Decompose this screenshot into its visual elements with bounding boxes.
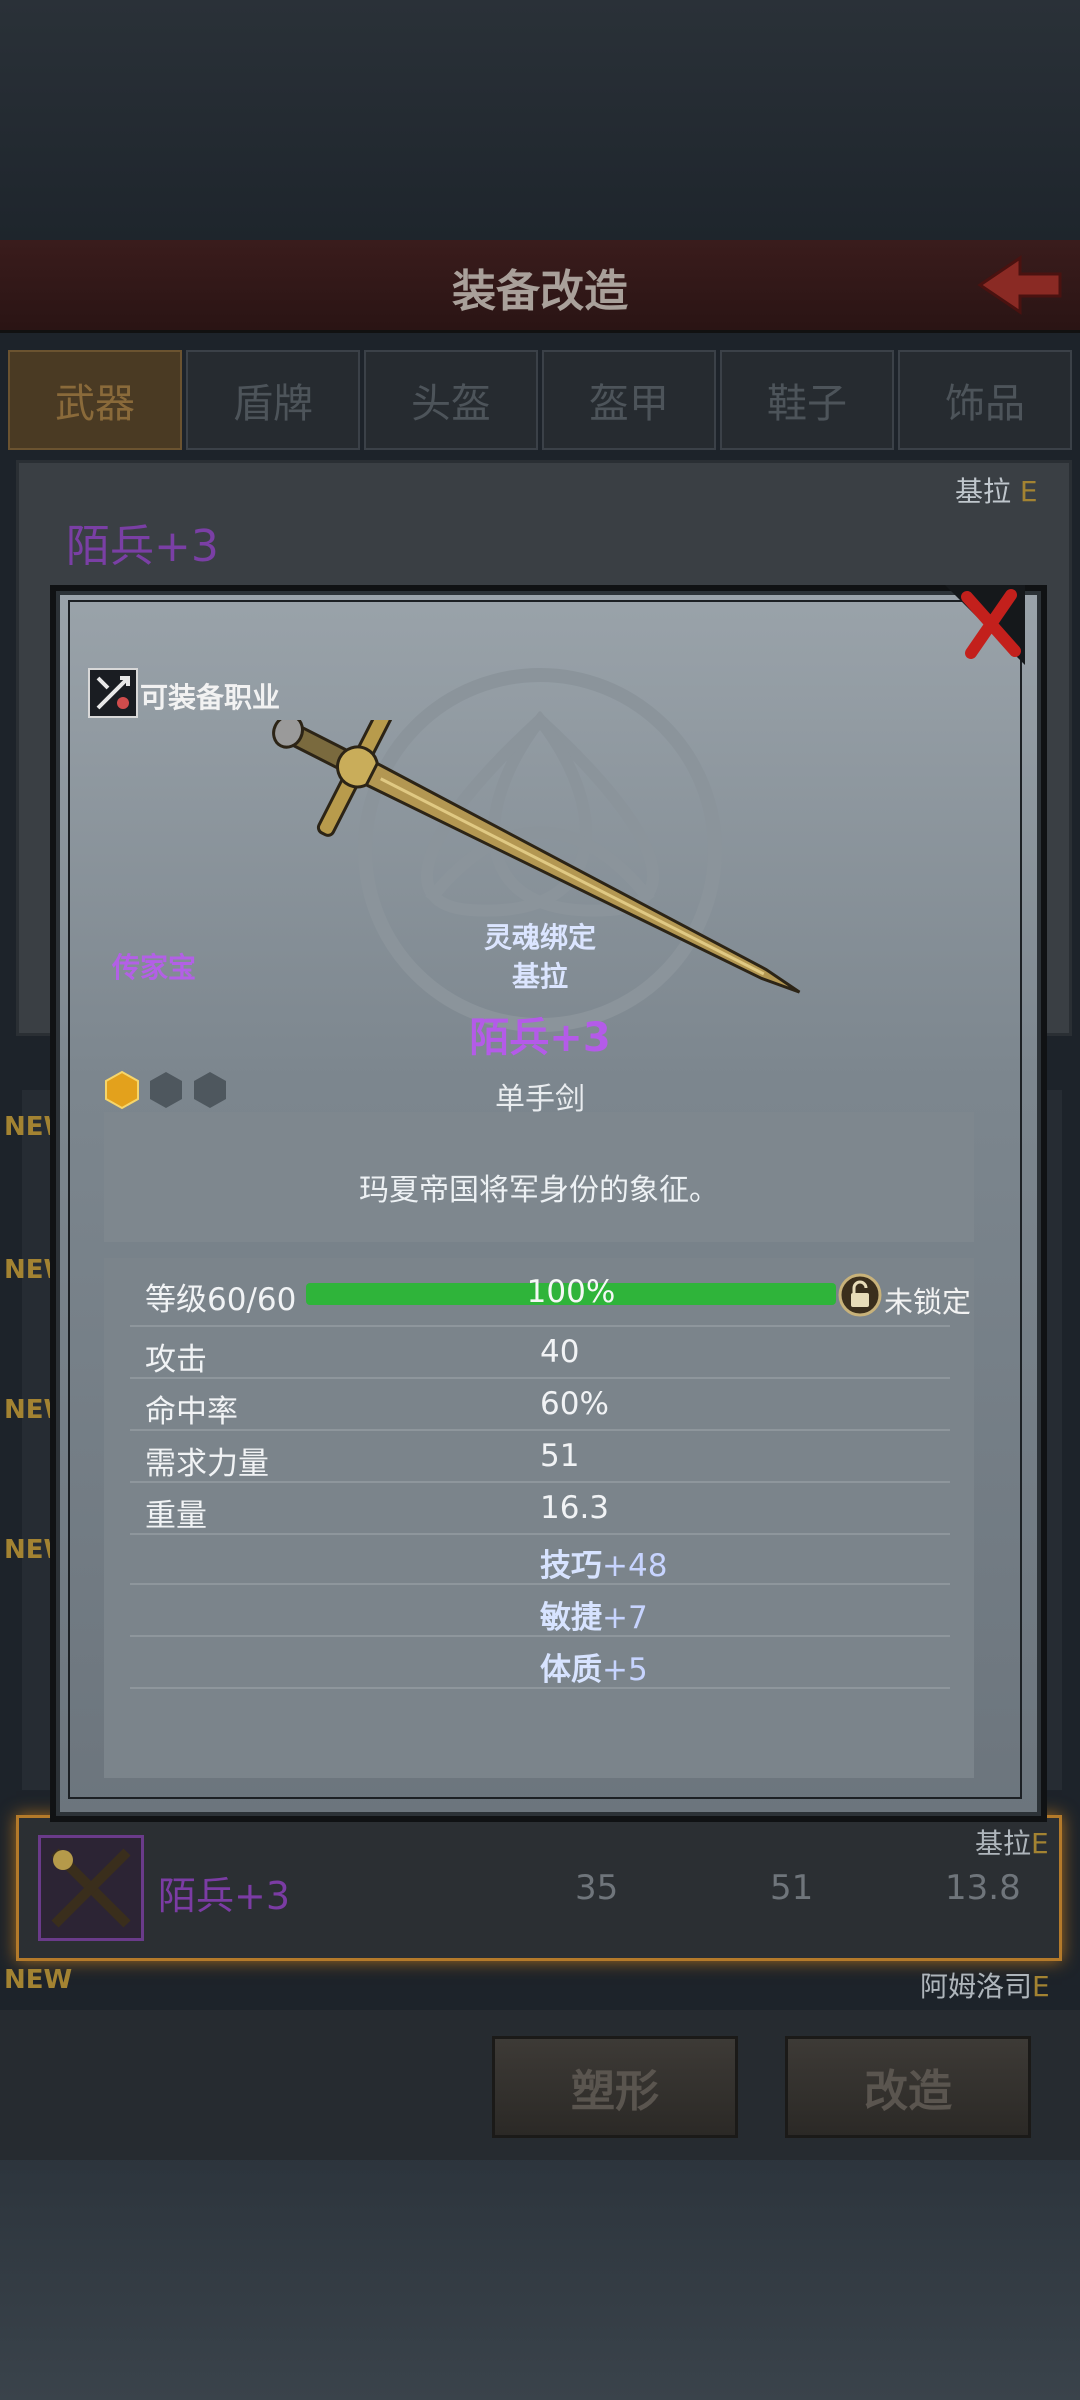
bg-owner: 基拉 E bbox=[955, 475, 1038, 508]
close-icon[interactable] bbox=[945, 585, 1025, 665]
bottom-background bbox=[0, 2150, 1080, 2400]
stat-label-attack: 攻击 bbox=[145, 1342, 207, 1378]
divider bbox=[130, 1429, 950, 1431]
gem-slot-filled-icon bbox=[105, 1070, 139, 1110]
level-percent: 100% bbox=[526, 1274, 616, 1310]
bg-item-name: 陌兵+3 bbox=[66, 521, 219, 572]
tab-helmet[interactable]: 头盔 bbox=[364, 350, 538, 450]
divider bbox=[130, 1377, 950, 1379]
gem-slots bbox=[104, 1070, 234, 1110]
heirloom-label: 传家宝 bbox=[112, 951, 197, 984]
modify-button[interactable]: 改造 bbox=[785, 2036, 1031, 2138]
list-item-name: 陌兵+3 bbox=[158, 1874, 291, 1918]
stat-value-attack: 40 bbox=[540, 1334, 580, 1370]
sword-thumbnail-icon bbox=[38, 1835, 144, 1941]
divider bbox=[130, 1481, 950, 1483]
page-title: 装备改造 bbox=[452, 266, 628, 317]
list-item-owner: 阿姆洛司E bbox=[920, 1970, 1050, 2003]
divider bbox=[130, 1533, 950, 1535]
stats-panel bbox=[104, 1258, 974, 1778]
back-arrow-icon[interactable] bbox=[970, 250, 1070, 320]
top-background bbox=[0, 0, 1080, 240]
bonus-agility: 敏捷+7 bbox=[540, 1600, 648, 1636]
soulbound-label: 灵魂绑定 bbox=[483, 921, 596, 954]
stat-value-accuracy: 60% bbox=[540, 1386, 609, 1422]
stat-value-strength-req: 51 bbox=[540, 1438, 580, 1474]
list-item-weight: 13.8 bbox=[945, 1868, 1021, 1908]
new-badge: NEW bbox=[4, 1965, 73, 1995]
gem-slot-empty-icon bbox=[150, 1072, 182, 1108]
bonus-skill: 技巧+48 bbox=[540, 1548, 668, 1584]
list-item-strength: 51 bbox=[770, 1868, 814, 1908]
equipment-tabs: 武器 盾牌 头盔 盔甲 鞋子 饰品 bbox=[8, 350, 1072, 450]
stat-label-strength-req: 需求力量 bbox=[145, 1446, 269, 1482]
owner-label: 基拉 bbox=[511, 960, 568, 993]
tab-shield[interactable]: 盾牌 bbox=[186, 350, 360, 450]
stat-label-accuracy: 命中率 bbox=[145, 1394, 238, 1430]
item-description: 玛夏帝国将军身份的象征。 bbox=[359, 1173, 719, 1208]
stat-value-weight: 16.3 bbox=[540, 1490, 610, 1526]
list-item-attack: 35 bbox=[575, 1868, 619, 1908]
tab-shoes[interactable]: 鞋子 bbox=[720, 350, 894, 450]
divider bbox=[130, 1325, 950, 1327]
list-item-owner: 基拉E bbox=[975, 1827, 1049, 1860]
bonus-constitution: 体质+5 bbox=[540, 1652, 648, 1688]
class-icon bbox=[88, 668, 138, 718]
lock-status-label: 未锁定 bbox=[884, 1285, 972, 1319]
equippable-class-label[interactable]: 可装备职业 bbox=[140, 676, 280, 716]
tab-accessory[interactable]: 饰品 bbox=[898, 350, 1072, 450]
divider bbox=[130, 1583, 950, 1585]
shape-button[interactable]: 塑形 bbox=[492, 2036, 738, 2138]
lock-icon[interactable] bbox=[838, 1273, 882, 1317]
gem-slot-empty-icon bbox=[194, 1072, 226, 1108]
item-name: 陌兵+3 bbox=[469, 1015, 611, 1061]
stat-label-weight: 重量 bbox=[145, 1498, 207, 1534]
tab-weapon[interactable]: 武器 bbox=[8, 350, 182, 450]
divider bbox=[130, 1635, 950, 1637]
divider bbox=[130, 1687, 950, 1689]
level-label: 等级60/60 bbox=[145, 1282, 297, 1318]
tab-armor[interactable]: 盔甲 bbox=[542, 350, 716, 450]
